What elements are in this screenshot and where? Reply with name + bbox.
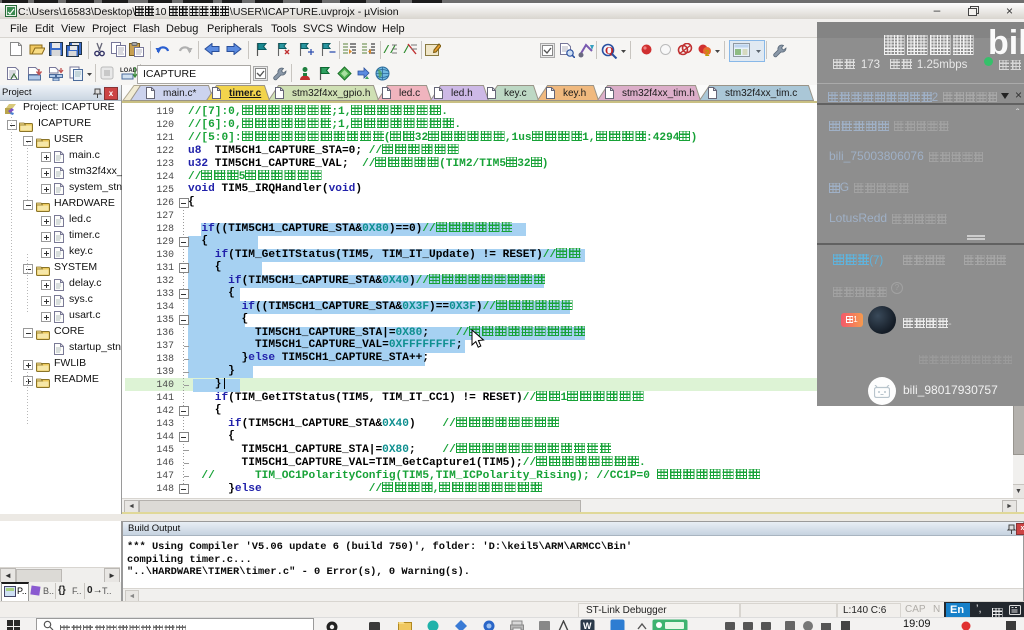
- svg-text://: //: [383, 45, 397, 56]
- svg-text:W: W: [583, 621, 592, 630]
- svg-text:/: /: [403, 45, 410, 56]
- svg-text:2: 2: [705, 49, 710, 57]
